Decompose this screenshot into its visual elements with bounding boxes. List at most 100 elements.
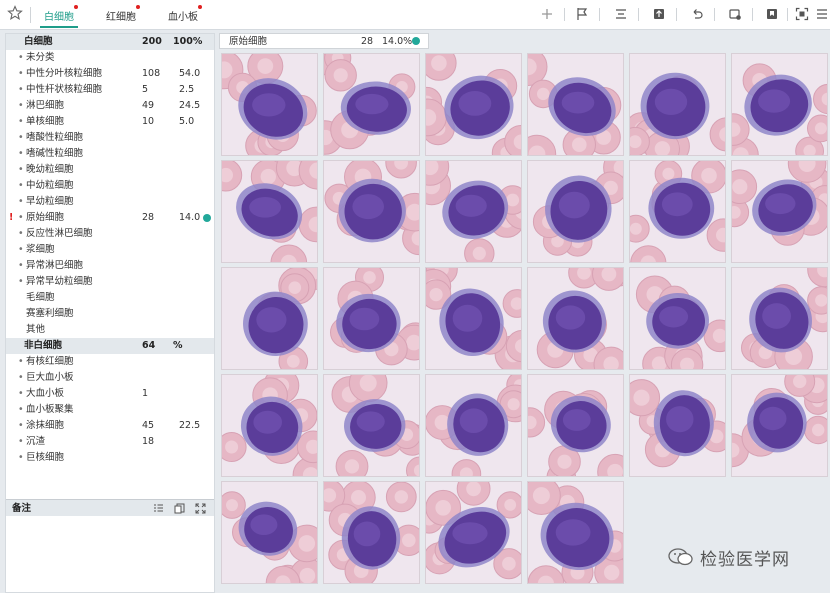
cell-image-tile[interactable]	[527, 374, 624, 477]
cell-percent: 54.0	[179, 68, 201, 79]
alert-dot	[136, 5, 140, 9]
cell-type-name: 赛塞利细胞	[26, 308, 74, 319]
table-row[interactable]: 赛塞利细胞	[6, 306, 214, 322]
cell-image-tile[interactable]	[323, 160, 420, 263]
cell-image-tile[interactable]	[731, 267, 828, 370]
table-row[interactable]: • 血小板聚集	[6, 402, 214, 418]
cell-image-tile[interactable]	[425, 53, 522, 156]
cell-type-name: 原始细胞	[26, 212, 65, 223]
cell-image-tile[interactable]	[629, 53, 726, 156]
cell-type-name: 大血小板	[26, 388, 65, 399]
plus-icon[interactable]	[540, 7, 554, 21]
cell-image-tile[interactable]	[629, 374, 726, 477]
cell-image-panel: 原始细胞 28 14.0%	[219, 33, 830, 593]
cell-image-tile[interactable]	[527, 53, 624, 156]
cell-image-tile[interactable]	[527, 160, 624, 263]
fit-screen-icon[interactable]	[795, 7, 809, 21]
cell-image-tile[interactable]	[323, 374, 420, 477]
flag-icon[interactable]	[575, 7, 589, 21]
cell-count: 49	[142, 100, 155, 111]
cell-image-tile[interactable]	[425, 160, 522, 263]
cell-image-tile[interactable]	[527, 481, 624, 584]
tab-platelet[interactable]: 血小板	[168, 5, 202, 23]
table-row[interactable]: • 嗜碱性粒细胞	[6, 146, 214, 162]
cell-image-tile[interactable]	[221, 481, 318, 584]
table-row[interactable]: • 中性分叶核粒细胞 108 54.0	[6, 66, 214, 82]
list-icon[interactable]	[153, 503, 164, 514]
menu-icon[interactable]	[815, 7, 829, 21]
selected-cell-type-bar[interactable]: 原始细胞 28 14.0%	[219, 33, 429, 49]
table-row[interactable]: ! • 原始细胞 28 14.0	[6, 210, 214, 226]
cell-image-tile[interactable]	[731, 374, 828, 477]
cell-type-name: 淋巴细胞	[26, 100, 65, 111]
cell-count: 64	[142, 340, 156, 351]
table-row[interactable]: • 中性杆状核粒细胞 5 2.5	[6, 82, 214, 98]
tab-rbc[interactable]: 红细胞	[106, 5, 140, 23]
bullet: •	[18, 148, 24, 159]
notes-textarea[interactable]	[6, 516, 214, 592]
upload-icon[interactable]	[652, 7, 666, 21]
table-section-header[interactable]: 非白细胞 64%	[6, 338, 214, 354]
top-bar: 白细胞 红细胞 血小板	[0, 0, 830, 30]
cell-image-tile[interactable]	[323, 481, 420, 584]
bullet: •	[18, 244, 24, 255]
cell-image-tile[interactable]	[221, 160, 318, 263]
cell-image-tile[interactable]	[425, 267, 522, 370]
status-dot	[412, 37, 420, 45]
table-row[interactable]: 其他	[6, 322, 214, 338]
cell-type-percent: 14.0%	[382, 36, 413, 47]
table-row[interactable]: • 大血小板 1	[6, 386, 214, 402]
table-row[interactable]: • 晚幼粒细胞	[6, 162, 214, 178]
align-icon[interactable]	[614, 7, 628, 21]
table-row[interactable]: • 浆细胞	[6, 242, 214, 258]
table-row[interactable]: • 早幼粒细胞	[6, 194, 214, 210]
cell-image-tile[interactable]	[629, 160, 726, 263]
table-row[interactable]: • 未分类	[6, 50, 214, 66]
table-row[interactable]: • 中幼粒细胞	[6, 178, 214, 194]
table-row[interactable]: • 淋巴细胞 49 24.5	[6, 98, 214, 114]
star-icon[interactable]	[7, 5, 23, 21]
cell-image-tile[interactable]	[221, 53, 318, 156]
cell-image-tile[interactable]	[731, 160, 828, 263]
cell-type-name: 巨核细胞	[26, 452, 65, 463]
table-row[interactable]: 毛细胞	[6, 290, 214, 306]
undo-icon[interactable]	[690, 7, 704, 21]
cell-image-tile[interactable]	[323, 53, 420, 156]
tab-label: 红细胞	[106, 12, 136, 23]
cell-image-tile[interactable]	[221, 374, 318, 477]
cell-type-name: 非白细胞	[24, 340, 63, 351]
table-row[interactable]: • 巨核细胞	[6, 450, 214, 466]
alert-dot	[74, 5, 78, 9]
table-row[interactable]: • 异常淋巴细胞	[6, 258, 214, 274]
cell-count: 200	[142, 36, 162, 47]
copy-icon[interactable]	[174, 503, 185, 514]
table-section-header[interactable]: 白细胞 200 100%	[6, 34, 214, 50]
cell-count: 108	[142, 68, 161, 79]
alert-dot	[198, 5, 202, 9]
bookmark-icon[interactable]	[765, 7, 779, 21]
expand-icon[interactable]	[195, 503, 206, 514]
cell-image-tile[interactable]	[425, 374, 522, 477]
cell-image-tile[interactable]	[425, 481, 522, 584]
table-row[interactable]: • 嗜酸性粒细胞	[6, 130, 214, 146]
table-row[interactable]: • 有核红细胞	[6, 354, 214, 370]
table-row[interactable]: • 涂抹细胞 45 22.5	[6, 418, 214, 434]
cell-image-tile[interactable]	[323, 267, 420, 370]
cell-image-tile[interactable]	[527, 267, 624, 370]
bullet: •	[18, 116, 24, 127]
table-row[interactable]: • 巨大血小板	[6, 370, 214, 386]
cell-count: 28	[142, 212, 155, 223]
tab-wbc[interactable]: 白细胞	[44, 5, 78, 23]
cell-image-tile[interactable]	[221, 267, 318, 370]
cell-type-name: 中性杆状核粒细胞	[26, 84, 103, 95]
table-row[interactable]: • 单核细胞 10 5.0	[6, 114, 214, 130]
settings-icon[interactable]	[728, 7, 742, 21]
watermark: 检验医学网	[668, 545, 790, 570]
table-row[interactable]: • 反应性淋巴细胞	[6, 226, 214, 242]
cell-image-tile[interactable]	[731, 53, 828, 156]
table-row[interactable]: • 沉渣 18	[6, 434, 214, 450]
cell-image-tile[interactable]	[629, 267, 726, 370]
cell-type-name: 原始细胞	[229, 36, 268, 47]
bullet: •	[18, 260, 24, 271]
table-row[interactable]: • 异常早幼粒细胞	[6, 274, 214, 290]
